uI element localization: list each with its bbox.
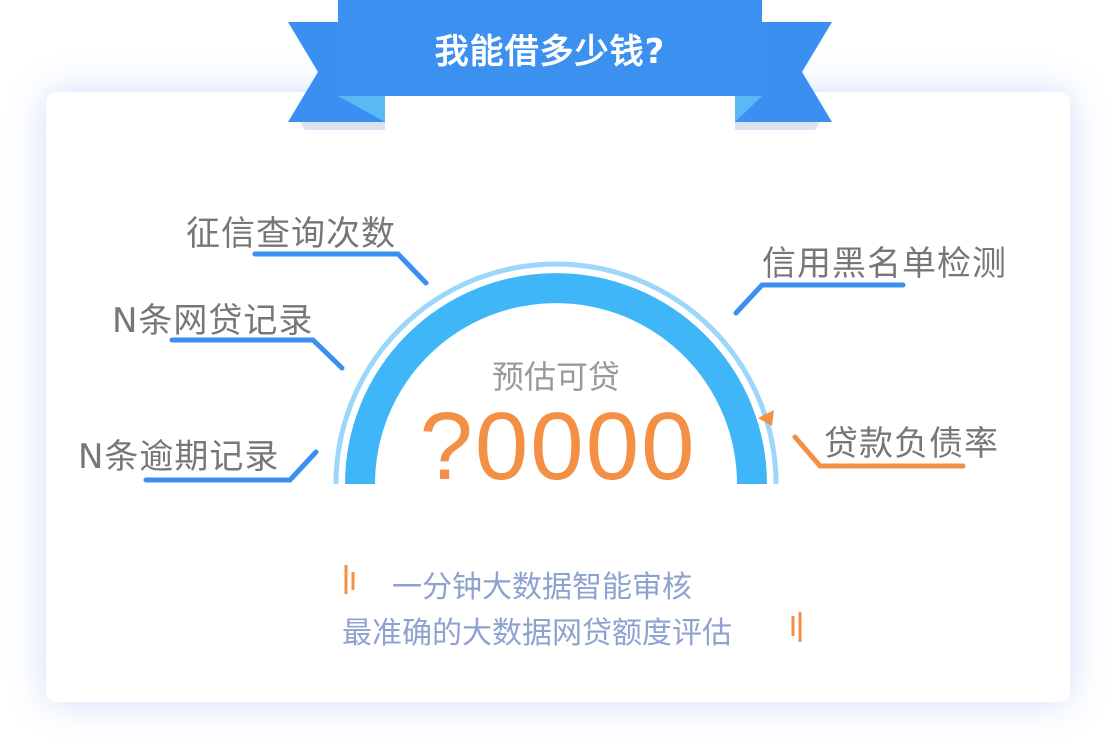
factor-debt-ratio: 贷款负债率 xyxy=(824,424,999,464)
tagline-primary: 一分钟大数据智能审核 xyxy=(392,570,692,605)
factor-overdue-records: N条逾期记录 xyxy=(78,437,280,477)
connector-top-left xyxy=(252,251,429,286)
factor-credit-inquiries: 征信查询次数 xyxy=(186,214,396,254)
tagline-secondary: 最准确的大数据网贷额度评估 xyxy=(342,616,732,651)
factor-online-loan-records: N条网贷记录 xyxy=(112,301,314,341)
estimate-amount: ?0000 xyxy=(419,393,697,500)
factor-blacklist-check: 信用黑名单检测 xyxy=(762,244,1007,284)
connector-top-right xyxy=(733,282,906,316)
connector-mid-left xyxy=(169,337,345,371)
